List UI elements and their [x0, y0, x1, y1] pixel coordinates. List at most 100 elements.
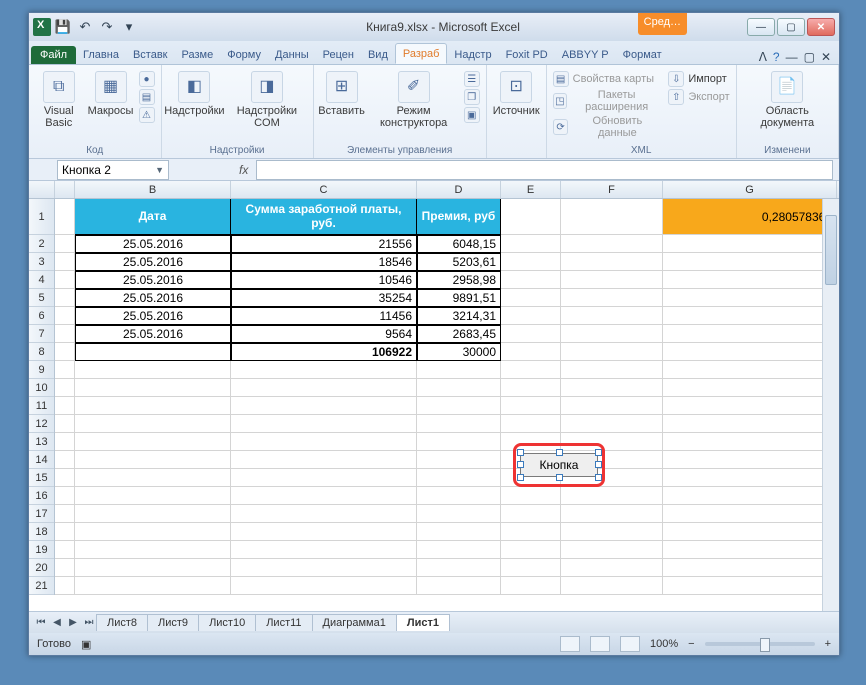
redo-icon[interactable]: ↷	[97, 17, 117, 37]
properties-button[interactable]: ☰	[464, 71, 480, 87]
col-header[interactable]: D	[417, 181, 501, 198]
col-header[interactable]: G	[663, 181, 837, 198]
undo-icon[interactable]: ↶	[75, 17, 95, 37]
resize-handle[interactable]	[595, 461, 602, 468]
col-header[interactable]: E	[501, 181, 561, 198]
row-header[interactable]: 13	[29, 433, 54, 451]
xml-source-button[interactable]: ⊡Источник	[493, 71, 540, 117]
page-break-view-button[interactable]	[620, 636, 640, 652]
tab-foxit[interactable]: Foxit PD	[499, 45, 555, 64]
sheet-tab[interactable]: Лист10	[198, 614, 256, 631]
resize-handle[interactable]	[517, 461, 524, 468]
view-code-button[interactable]: ❐	[464, 89, 480, 105]
row-header[interactable]: 14	[29, 451, 54, 469]
help-icon[interactable]: ?	[773, 50, 780, 64]
sheet-tab[interactable]: Лист1	[396, 614, 450, 631]
doc-restore-icon[interactable]: ▢	[804, 50, 815, 64]
doc-minimize-icon[interactable]: —	[786, 50, 798, 64]
tab-abbyy[interactable]: ABBYY P	[555, 45, 616, 64]
row-header[interactable]: 5	[29, 289, 54, 307]
minimize-button[interactable]: —	[747, 18, 775, 36]
col-header[interactable]: C	[231, 181, 417, 198]
save-icon[interactable]: 💾	[53, 17, 73, 37]
sheet-tab[interactable]: Лист9	[147, 614, 199, 631]
row-header[interactable]: 7	[29, 325, 54, 343]
doc-close-icon[interactable]: ✕	[821, 50, 831, 64]
formula-bar[interactable]	[256, 160, 833, 180]
zoom-in-icon[interactable]: +	[825, 638, 831, 650]
table-header[interactable]: Дата	[75, 199, 231, 235]
row-header[interactable]: 16	[29, 487, 54, 505]
row-header[interactable]: 15	[29, 469, 54, 487]
cell[interactable]	[561, 199, 663, 235]
col-header[interactable]	[55, 181, 75, 198]
tab-home[interactable]: Главна	[76, 45, 126, 64]
table-header[interactable]: Сумма заработной платы, руб.	[231, 199, 417, 235]
tab-file[interactable]: Файл	[31, 46, 76, 64]
cells-grid[interactable]: Дата Сумма заработной платы, руб. Премия…	[55, 199, 839, 611]
tab-review[interactable]: Рецен	[316, 45, 361, 64]
tab-addins[interactable]: Надстр	[447, 45, 498, 64]
document-panel-button[interactable]: 📄Область документа	[743, 71, 832, 129]
zoom-out-icon[interactable]: −	[688, 638, 694, 650]
scrollbar-thumb[interactable]	[825, 215, 837, 285]
row-header[interactable]: 10	[29, 379, 54, 397]
resize-handle[interactable]	[556, 474, 563, 481]
maximize-button[interactable]: ▢	[777, 18, 805, 36]
tab-formulas[interactable]: Форму	[220, 45, 268, 64]
tab-data[interactable]: Данны	[268, 45, 316, 64]
last-sheet-icon[interactable]: ⏭	[81, 615, 97, 631]
relative-refs-button[interactable]: ▤	[139, 89, 155, 105]
namebox-dropdown-icon[interactable]: ▼	[155, 165, 164, 175]
sheet-tab[interactable]: Лист8	[96, 614, 148, 631]
macro-security-button[interactable]: ⚠	[139, 107, 155, 123]
col-header[interactable]: F	[561, 181, 663, 198]
select-all-corner[interactable]	[29, 181, 55, 198]
row-header[interactable]: 9	[29, 361, 54, 379]
prev-sheet-icon[interactable]: ◀	[49, 615, 65, 631]
zoom-slider[interactable]	[705, 642, 815, 646]
row-header[interactable]: 17	[29, 505, 54, 523]
insert-control-button[interactable]: ⊞Вставить	[320, 71, 364, 117]
tab-format[interactable]: Формат	[616, 45, 669, 64]
import-button[interactable]: ⇩Импорт	[668, 71, 729, 87]
first-sheet-icon[interactable]: ⏮	[33, 615, 49, 631]
visual-basic-button[interactable]: ⧉Visual Basic	[35, 71, 83, 129]
row-header[interactable]: 21	[29, 577, 54, 595]
page-layout-view-button[interactable]	[590, 636, 610, 652]
resize-handle[interactable]	[556, 449, 563, 456]
com-addins-button[interactable]: ◨Надстройки COM	[227, 71, 306, 129]
resize-handle[interactable]	[595, 449, 602, 456]
cell[interactable]: 0,280578366	[663, 199, 837, 235]
col-header[interactable]: B	[75, 181, 231, 198]
table-header[interactable]: Премия, руб	[417, 199, 501, 235]
row-header[interactable]: 11	[29, 397, 54, 415]
resize-handle[interactable]	[595, 474, 602, 481]
tab-layout[interactable]: Разме	[175, 45, 221, 64]
row-header[interactable]: 3	[29, 253, 54, 271]
name-box[interactable]: Кнопка 2▼	[57, 160, 169, 180]
normal-view-button[interactable]	[560, 636, 580, 652]
run-dialog-button[interactable]: ▣	[464, 107, 480, 123]
zoom-level[interactable]: 100%	[650, 638, 678, 650]
row-header[interactable]: 2	[29, 235, 54, 253]
sheet-tab[interactable]: Диаграмма1	[312, 614, 397, 631]
next-sheet-icon[interactable]: ▶	[65, 615, 81, 631]
macro-record-icon[interactable]: ▣	[81, 638, 91, 651]
record-macro-button[interactable]: ●	[139, 71, 155, 87]
tab-developer[interactable]: Разраб	[395, 43, 448, 64]
sheet-tab[interactable]: Лист11	[255, 614, 312, 631]
row-header[interactable]: 1	[29, 199, 54, 235]
vertical-scrollbar[interactable]	[822, 199, 839, 611]
close-button[interactable]: ✕	[807, 18, 835, 36]
qat-dropdown-icon[interactable]: ▾	[119, 17, 139, 37]
row-header[interactable]: 18	[29, 523, 54, 541]
ribbon-minimize-icon[interactable]: ᐱ	[759, 50, 767, 64]
cell[interactable]	[501, 199, 561, 235]
row-header[interactable]: 19	[29, 541, 54, 559]
resize-handle[interactable]	[517, 474, 524, 481]
row-header[interactable]: 12	[29, 415, 54, 433]
design-mode-button[interactable]: ✐Режим конструктора	[370, 71, 458, 129]
row-header[interactable]: 20	[29, 559, 54, 577]
tab-insert[interactable]: Вставк	[126, 45, 175, 64]
